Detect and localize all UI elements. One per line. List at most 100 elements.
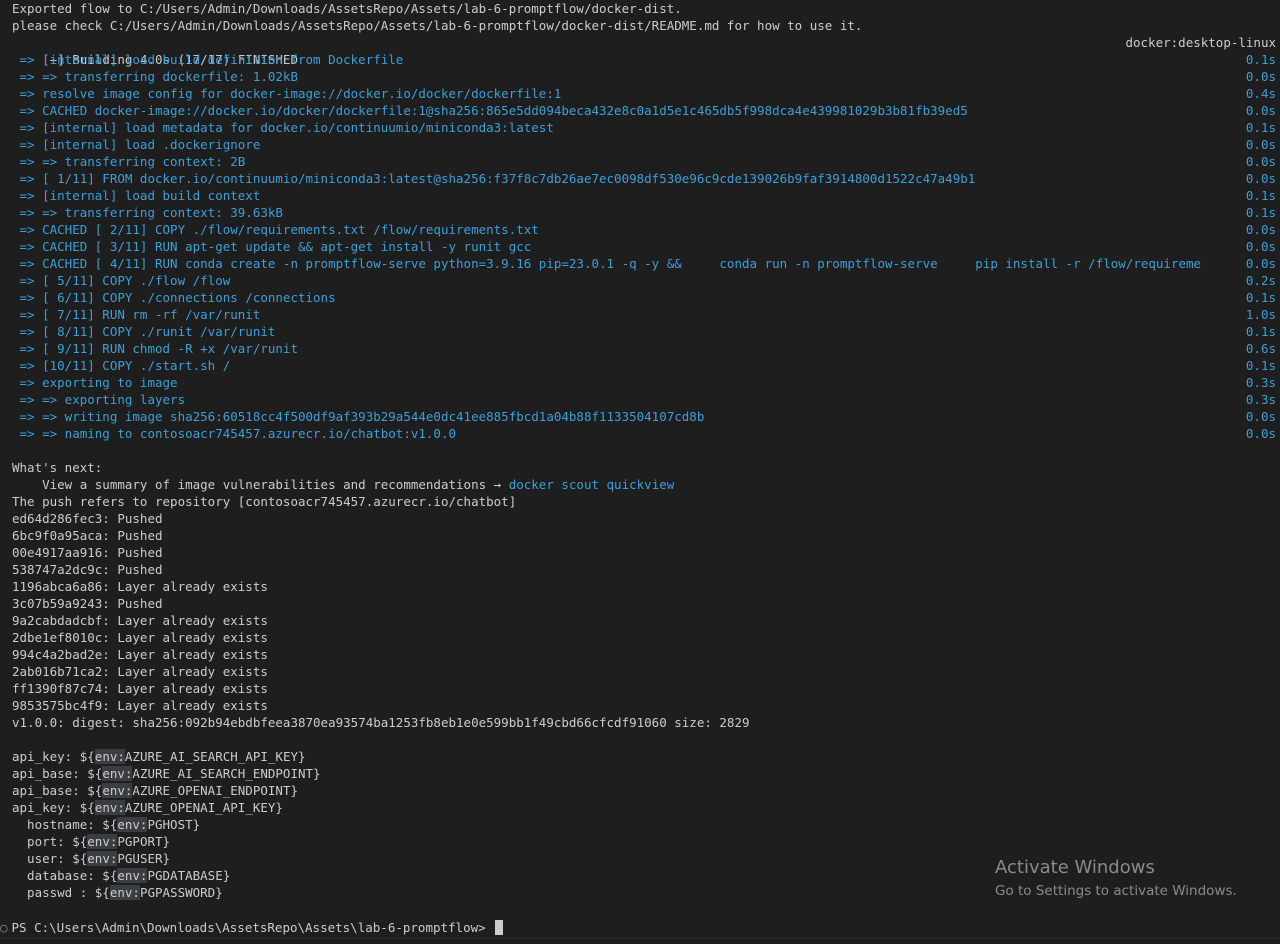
build-step-time: 0.0s xyxy=(1245,426,1276,441)
build-step-time: 0.1s xyxy=(1245,52,1276,67)
export-line: please check C:/Users/Admin/Downloads/As… xyxy=(12,18,863,33)
push-layer: 2ab016b71ca2: Layer already exists xyxy=(12,664,268,679)
shell-prompt[interactable]: ○ PS C:\Users\Admin\Downloads\AssetsRepo\… xyxy=(0,919,504,936)
activate-windows-subtitle: Go to Settings to activate Windows. xyxy=(995,883,1237,899)
build-step: => [ 9/11] RUN chmod -R +x /var/runit 0.6… xyxy=(12,340,1276,357)
build-step-time: 0.3s xyxy=(1245,375,1276,390)
build-step-text: => => writing image sha256:60518cc4f500d… xyxy=(12,409,705,424)
env-highlight: env: xyxy=(87,851,118,866)
env-ref-prefix: api_base: ${ xyxy=(12,783,103,798)
build-step: => [ 7/11] RUN rm -rf /var/runit 1.0s xyxy=(12,306,1276,323)
build-step-time: 0.2s xyxy=(1245,273,1276,288)
push-layer: 6bc9f0a95aca: Pushed xyxy=(12,528,163,543)
env-ref-prefix: api_key: ${ xyxy=(12,749,95,764)
env-ref-line: api_key: ${env:AZURE_AI_SEARCH_API_KEY} xyxy=(12,748,1276,765)
build-step-text: => [ 1/11] FROM docker.io/continuumio/mi… xyxy=(12,171,976,186)
push-layer: 538747a2dc9c: Pushed xyxy=(12,562,163,577)
env-ref-line: api_key: ${env:AZURE_OPENAI_API_KEY} xyxy=(12,799,1276,816)
env-ref-var: PGDATABASE} xyxy=(147,868,231,883)
build-step-text: => [ 6/11] COPY ./connections /connectio… xyxy=(12,290,336,305)
build-step-text: => => transferring dockerfile: 1.02kB xyxy=(12,69,298,84)
env-ref-var: AZURE_OPENAI_API_KEY} xyxy=(124,800,283,815)
build-step: => [internal] load metadata for docker.i… xyxy=(12,119,1276,136)
env-ref-line: api_base: ${env:AZURE_AI_SEARCH_ENDPOINT… xyxy=(12,765,1276,782)
build-step-text: => [ 8/11] COPY ./runit /var/runit xyxy=(12,324,276,339)
build-step: => => naming to contosoacr745457.azurecr… xyxy=(12,425,1276,442)
build-step-text: => CACHED docker-image://docker.io/docke… xyxy=(12,103,968,118)
env-highlight: env: xyxy=(109,885,140,900)
build-step-text: => [internal] load build definition from… xyxy=(12,52,404,67)
push-layers: ed64d286fec3: Pushed 6bc9f0a95aca: Pushed… xyxy=(12,510,1276,714)
build-step-text: => [internal] load build context xyxy=(12,188,261,203)
env-ref-var: AZURE_OPENAI_ENDPOINT} xyxy=(132,783,298,798)
push-layer: 9a2cabdadcbf: Layer already exists xyxy=(12,613,268,628)
build-step-time: 0.1s xyxy=(1245,290,1276,305)
build-step-time: 0.1s xyxy=(1245,324,1276,339)
build-step-text: => [10/11] COPY ./start.sh / xyxy=(12,358,231,373)
activate-windows-watermark: Activate Windows Go to Settings to activ… xyxy=(995,856,1237,901)
build-step: => => exporting layers 0.3s xyxy=(12,391,1276,408)
build-step-text: => resolve image config for docker-image… xyxy=(12,86,562,101)
build-step-time: 0.1s xyxy=(1245,205,1276,220)
build-step-text: => => transferring context: 39.63kB xyxy=(12,205,283,220)
build-step: => => transferring context: 39.63kB 0.1s xyxy=(12,204,1276,221)
build-step: => => transferring context: 2B 0.0s xyxy=(12,153,1276,170)
push-layer: 3c07b59a9243: Pushed xyxy=(12,596,163,611)
env-highlight: env: xyxy=(102,766,133,781)
env-highlight: env: xyxy=(94,749,125,764)
build-step: => [internal] load .dockerignore 0.0s xyxy=(12,136,1276,153)
build-step-text: => CACHED [ 2/11] COPY ./flow/requiremen… xyxy=(12,222,539,237)
text-cursor xyxy=(495,920,504,935)
env-highlight: env: xyxy=(117,817,148,832)
build-step-time: 0.0s xyxy=(1245,154,1276,169)
env-ref-var: PGHOST} xyxy=(147,817,201,832)
push-layer: 9853575bc4f9: Layer already exists xyxy=(12,698,268,713)
terminal-output[interactable]: Exported flow to C:/Users/Admin/Download… xyxy=(12,0,1276,901)
env-ref-var: PGUSER} xyxy=(117,851,171,866)
activate-windows-title: Activate Windows xyxy=(995,857,1155,878)
env-highlight: env: xyxy=(87,834,118,849)
build-step-text: => => naming to contosoacr745457.azurecr… xyxy=(12,426,457,441)
digest-line: v1.0.0: digest: sha256:092b94ebdbfeea387… xyxy=(12,715,750,730)
env-ref-line: port: ${env:PGPORT} xyxy=(12,833,1276,850)
build-step-time: 0.1s xyxy=(1245,188,1276,203)
push-layer: ed64d286fec3: Pushed xyxy=(12,511,163,526)
push-layer: ff1390f87c74: Layer already exists xyxy=(12,681,268,696)
build-step-time: 0.0s xyxy=(1245,171,1276,186)
build-step: => [ 1/11] FROM docker.io/continuumio/mi… xyxy=(12,170,1276,187)
build-context: docker:desktop-linux xyxy=(1125,35,1276,50)
build-step-time: 0.0s xyxy=(1245,256,1276,271)
build-step-text: => CACHED [ 4/11] RUN conda create -n pr… xyxy=(12,256,1202,271)
build-steps: => [internal] load build definition from… xyxy=(12,51,1276,442)
build-step: => [internal] load build context 0.1s xyxy=(12,187,1276,204)
env-ref-prefix: hostname: ${ xyxy=(12,817,118,832)
env-ref-prefix: api_base: ${ xyxy=(12,766,103,781)
build-step-time: 0.1s xyxy=(1245,120,1276,135)
build-step-time: 0.1s xyxy=(1245,358,1276,373)
build-step-time: 0.0s xyxy=(1245,69,1276,84)
env-ref-prefix: port: ${ xyxy=(12,834,88,849)
build-step: => exporting to image 0.3s xyxy=(12,374,1276,391)
build-step-text: => [ 7/11] RUN rm -rf /var/runit xyxy=(12,307,261,322)
build-step-time: 0.3s xyxy=(1245,392,1276,407)
build-step-time: 0.6s xyxy=(1245,341,1276,356)
env-ref-var: PGPORT} xyxy=(117,834,171,849)
push-header: The push refers to repository [contosoac… xyxy=(12,494,517,509)
build-step: => [ 8/11] COPY ./runit /var/runit 0.1s xyxy=(12,323,1276,340)
status-bar xyxy=(0,938,1280,944)
build-header: [+] Building 4.0s (17/17) FINISHED docke… xyxy=(12,34,1276,67)
build-step-time: 0.0s xyxy=(1245,103,1276,118)
build-step-text: => => transferring context: 2B xyxy=(12,154,246,169)
prompt-text: PS C:\Users\Admin\Downloads\AssetsRepo\A… xyxy=(11,920,494,935)
docker-scout-link[interactable]: docker scout quickview xyxy=(509,477,675,492)
build-step: => [ 5/11] COPY ./flow /flow 0.2s xyxy=(12,272,1276,289)
env-ref-var: AZURE_AI_SEARCH_ENDPOINT} xyxy=(132,766,321,781)
prompt-marker-icon: ○ xyxy=(0,920,8,935)
env-ref-prefix: database: ${ xyxy=(12,868,118,883)
build-step-text: => exporting to image xyxy=(12,375,178,390)
build-step-text: => [internal] load .dockerignore xyxy=(12,137,261,152)
env-ref-prefix: passwd : ${ xyxy=(12,885,110,900)
build-step: => [ 6/11] COPY ./connections /connectio… xyxy=(12,289,1276,306)
build-step-time: 0.0s xyxy=(1245,222,1276,237)
